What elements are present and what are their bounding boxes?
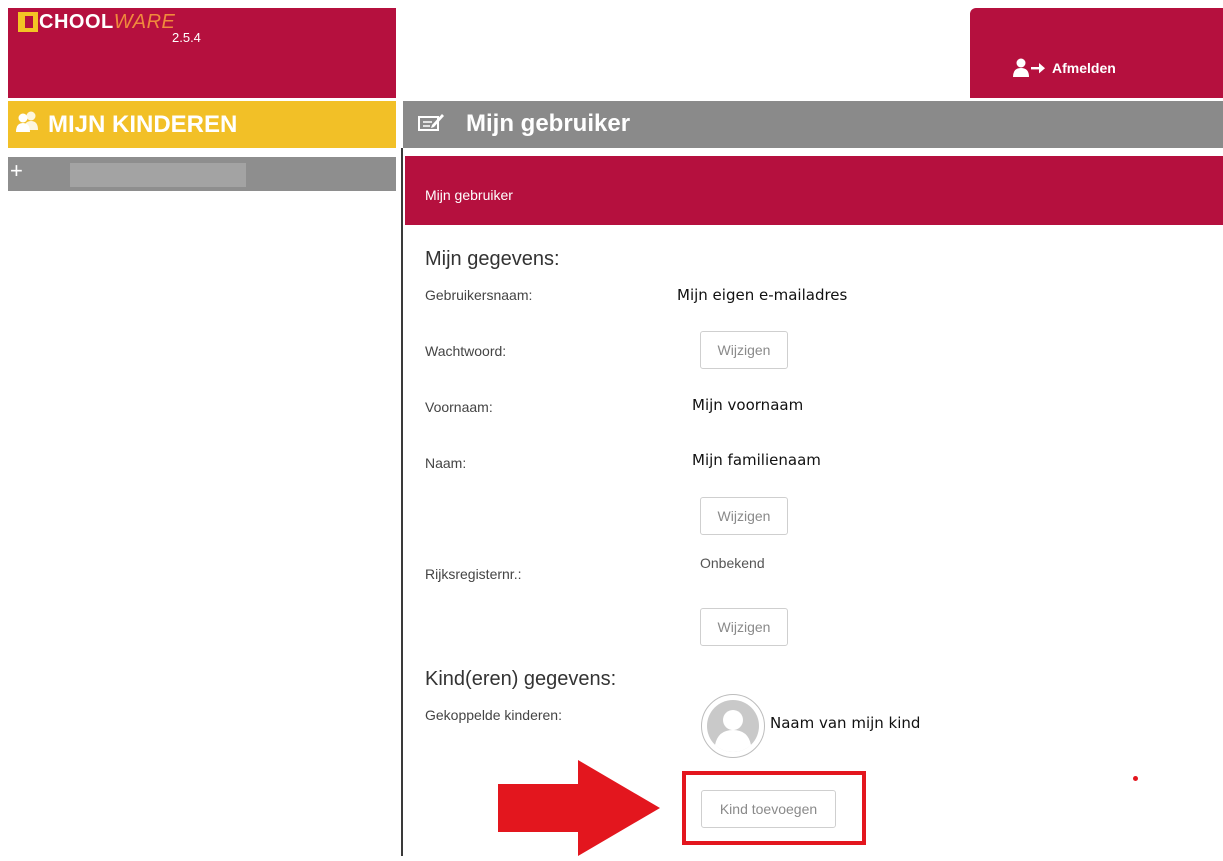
- lastname-label: Naam:: [425, 455, 467, 471]
- edit-icon: [418, 110, 444, 138]
- sidebar-title: MIJN KINDEREN: [14, 110, 237, 139]
- logout-label: Afmelden: [1052, 60, 1116, 76]
- change-password-button[interactable]: Wijzigen: [700, 331, 788, 369]
- page-title-label: Mijn gebruiker: [466, 110, 631, 137]
- national-id-label: Rijksregisternr.:: [425, 566, 522, 582]
- national-id-value: Onbekend: [700, 555, 765, 571]
- logo-text: CHOOL: [39, 10, 114, 33]
- change-name-button[interactable]: Wijzigen: [700, 497, 788, 535]
- firstname-label: Voornaam:: [425, 399, 493, 415]
- breadcrumb: [405, 156, 1223, 225]
- expand-icon[interactable]: +: [10, 160, 23, 182]
- header-center: [398, 8, 970, 100]
- username-value: Mijn eigen e-mailadres: [677, 286, 848, 304]
- child-avatar[interactable]: [701, 694, 765, 758]
- firstname-value: Mijn voornaam: [692, 396, 804, 414]
- children-group-icon: [14, 110, 40, 139]
- schoolware-logo: CHOOLWARE: [18, 10, 175, 34]
- avatar-placeholder-icon: [707, 700, 759, 752]
- my-data-heading: Mijn gegevens:: [425, 248, 560, 270]
- sidebar-child-placeholder[interactable]: [70, 163, 246, 187]
- app-version: 2.5.4: [172, 30, 201, 45]
- password-label: Wachtwoord:: [425, 343, 507, 359]
- add-child-button[interactable]: Kind toevoegen: [701, 790, 836, 828]
- username-label: Gebruikersnaam:: [425, 287, 533, 303]
- logout-button[interactable]: Afmelden: [1012, 58, 1116, 78]
- column-divider: [401, 148, 403, 856]
- page-title: Mijn gebruiker: [418, 110, 630, 138]
- annotation-dot: [1133, 776, 1138, 781]
- logo-text-suffix: WARE: [113, 10, 176, 33]
- user-logout-icon: [1012, 58, 1046, 78]
- breadcrumb-item[interactable]: Mijn gebruiker: [425, 187, 513, 203]
- sidebar-title-label: MIJN KINDEREN: [48, 110, 238, 138]
- children-heading: Kind(eren) gegevens:: [425, 668, 617, 690]
- child-name[interactable]: Naam van mijn kind: [770, 714, 920, 732]
- change-national-id-button[interactable]: Wijzigen: [700, 608, 788, 646]
- lastname-value: Mijn familienaam: [692, 451, 821, 469]
- linked-children-label: Gekoppelde kinderen:: [425, 707, 562, 723]
- annotation-arrow-icon: [498, 760, 664, 861]
- logo-mark-icon: [18, 12, 38, 32]
- header-account: [970, 8, 1223, 98]
